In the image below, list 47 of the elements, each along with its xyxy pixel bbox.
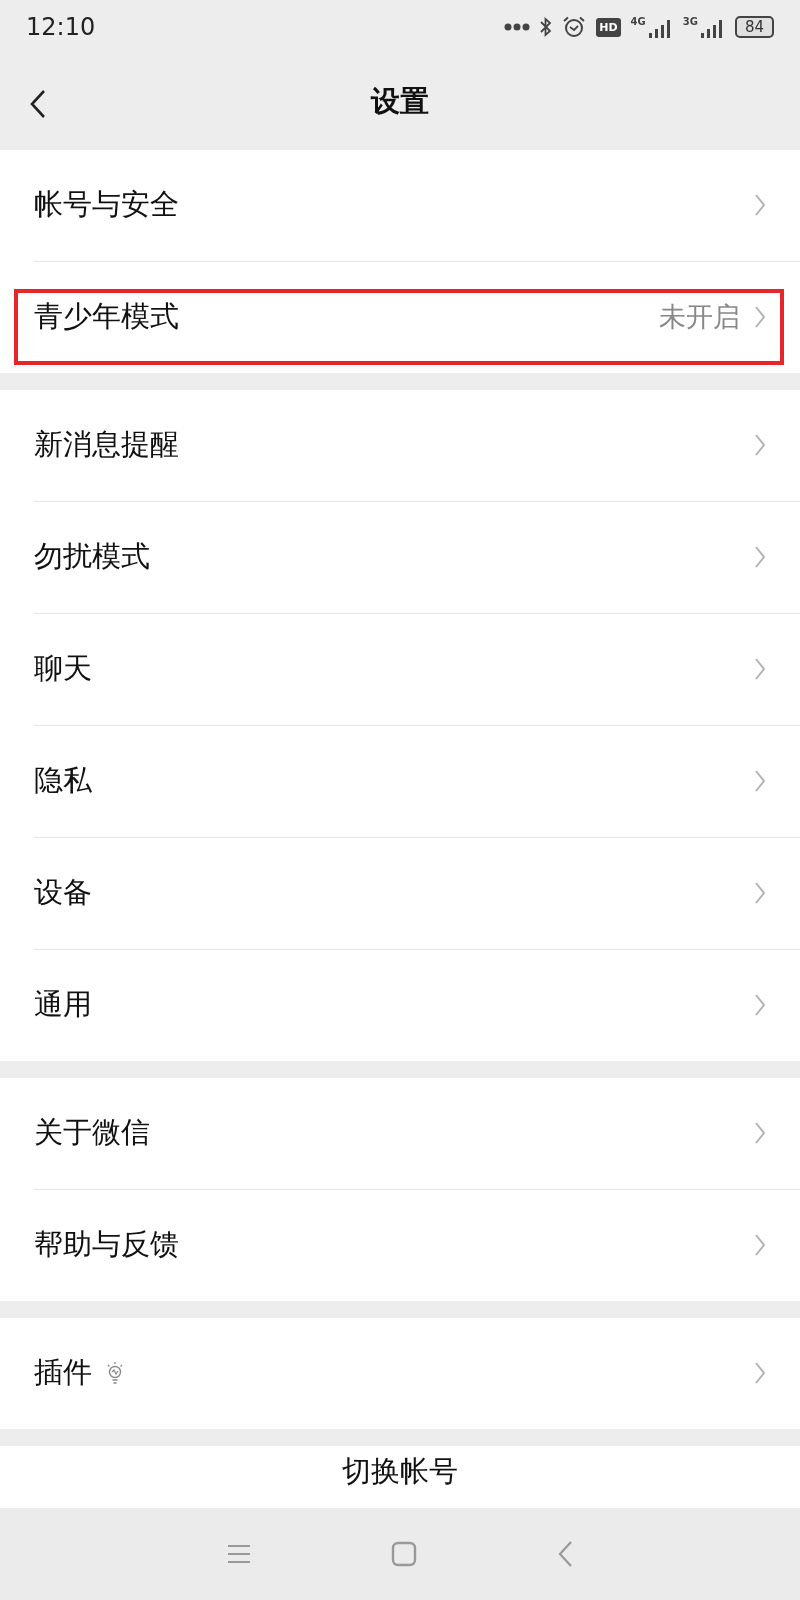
menu-icon[interactable] [227, 1543, 251, 1564]
settings-item[interactable]: 插件 [34, 1317, 800, 1429]
back-icon[interactable] [557, 1539, 573, 1568]
chevron-right-icon [754, 881, 766, 906]
home-square-icon[interactable] [391, 1540, 417, 1567]
chevron-right-icon [754, 433, 766, 458]
item-label: 聊天 [34, 650, 92, 688]
settings-item[interactable]: 关于微信 [34, 1077, 800, 1189]
network-label: 3G [682, 16, 698, 28]
settings-item[interactable]: 设备 [34, 836, 800, 949]
battery-level: 84 [734, 16, 774, 39]
bluetooth-icon [540, 17, 553, 38]
item-label: 隐私 [34, 762, 92, 800]
settings-item[interactable]: 勿扰模式 [34, 500, 800, 613]
settings-item[interactable]: 青少年模式 未开启 [34, 260, 800, 373]
settings-item[interactable]: 聊天 [34, 612, 800, 725]
settings-item[interactable]: 通用 [34, 948, 800, 1061]
chevron-right-icon [754, 993, 766, 1018]
item-label: 青少年模式 [34, 298, 179, 336]
item-label: 插件 [34, 1354, 92, 1392]
alarm-clock-icon [562, 16, 587, 39]
chevron-right-icon [754, 657, 766, 682]
chevron-right-icon [754, 305, 766, 330]
item-label: 新消息提醒 [34, 426, 179, 464]
item-value: 未开启 [659, 300, 740, 335]
item-label: 通用 [34, 986, 92, 1024]
settings-item[interactable]: 帮助与反馈 [34, 1188, 800, 1301]
chevron-right-icon [754, 769, 766, 794]
clock-time: 12:10 [26, 13, 96, 42]
network-label: 4G [630, 16, 646, 28]
settings-item[interactable]: 帐号与安全 [34, 149, 800, 261]
chevron-right-icon [754, 1233, 766, 1258]
more-dots-icon [504, 23, 531, 32]
item-label: 设备 [34, 874, 92, 912]
settings-item[interactable]: 新消息提醒 [34, 389, 800, 501]
item-label: 帐号与安全 [34, 186, 179, 224]
settings-item[interactable]: 隐私 [34, 724, 800, 837]
switch-account-button[interactable]: 切换帐号 [342, 1445, 458, 1492]
chevron-right-icon [754, 1361, 766, 1386]
page-title: 设置 [371, 83, 429, 121]
item-label: 帮助与反馈 [34, 1226, 179, 1264]
chevron-right-icon [754, 1121, 766, 1146]
hd-badge: HD [596, 17, 621, 37]
item-label: 关于微信 [34, 1114, 150, 1152]
chevron-right-icon [754, 545, 766, 570]
chevron-right-icon [754, 193, 766, 218]
item-label: 勿扰模式 [34, 538, 150, 576]
